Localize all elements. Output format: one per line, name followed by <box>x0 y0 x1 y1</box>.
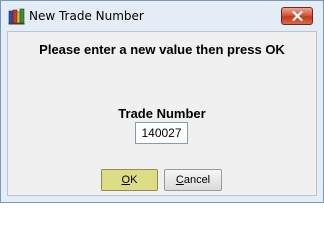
window-title: New Trade Number <box>29 9 144 23</box>
title-bar[interactable]: New Trade Number <box>1 1 323 31</box>
close-icon <box>292 11 303 21</box>
trade-number-label: Trade Number <box>118 106 206 121</box>
prompt-text: Please enter a new value then press OK <box>39 42 285 57</box>
cancel-button[interactable]: Cancel <box>164 169 222 191</box>
ok-mnemonic: O <box>121 174 131 186</box>
ok-label-rest: K <box>130 174 138 186</box>
ok-button[interactable]: OK <box>101 169 158 191</box>
books-icon <box>8 8 25 25</box>
cancel-mnemonic: C <box>175 174 184 186</box>
close-button[interactable] <box>281 7 313 25</box>
dialog-body: Please enter a new value then press OK T… <box>7 31 317 196</box>
trade-number-input[interactable] <box>135 122 188 144</box>
dialog-window: New Trade Number Please enter a new valu… <box>0 0 324 203</box>
cancel-label-rest: ancel <box>183 174 211 186</box>
